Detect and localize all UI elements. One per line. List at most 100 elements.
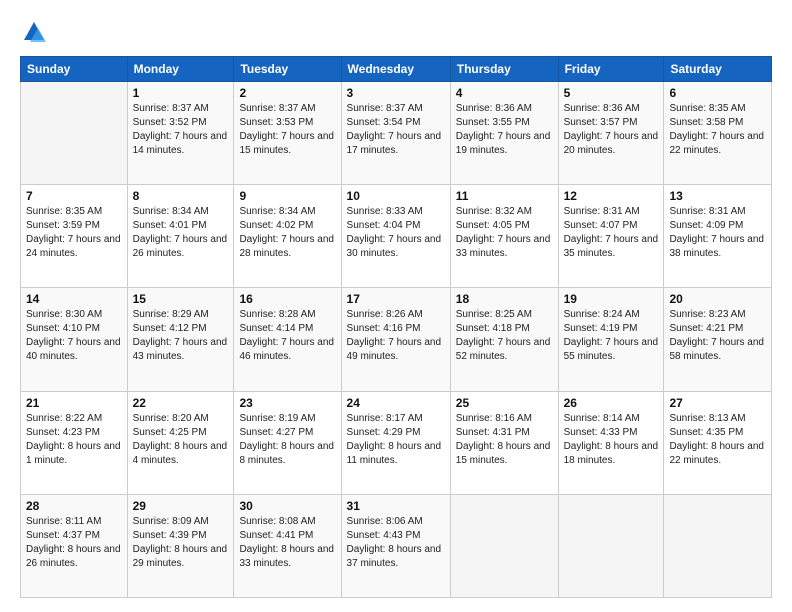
calendar-week-2: 14 Sunrise: 8:30 AM Sunset: 4:10 PM Dayligh…: [21, 288, 772, 391]
calendar-cell: 21Sunrise: 8:22 AMSunset: 4:23 PMDayligh…: [21, 391, 128, 494]
day-number: 17: [347, 292, 445, 306]
daylight: Daylight: 8 hours and 11 minutes.: [347, 441, 442, 466]
header-cell-wednesday: Wednesday: [341, 57, 450, 82]
day-number: 6: [669, 86, 766, 100]
calendar-cell: 30Sunrise: 8:08 AMSunset: 4:41 PMDayligh…: [234, 494, 341, 597]
day-number: 14: [26, 292, 122, 306]
sunset: Sunset: 4:10 PM: [26, 323, 100, 334]
sunrise: Sunrise: 8:11 AM: [26, 516, 101, 527]
day-number: 11: [456, 189, 553, 203]
sunset: Sunset: 4:27 PM: [239, 427, 313, 438]
day-number: 22: [133, 396, 229, 410]
day-number: 1: [133, 86, 229, 100]
sunset: Sunset: 3:58 PM: [669, 117, 743, 128]
sunrise: Sunrise: 8:35 AM: [26, 206, 102, 217]
day-info: Sunrise: 8:24 AMSunset: 4:19 PMDaylight:…: [564, 308, 659, 364]
daylight: Daylight: 7 hours and 14 minutes.: [133, 131, 228, 156]
sunrise: Sunrise: 8:37 AM: [239, 103, 315, 114]
sunrise: Sunrise: 8:17 AM: [347, 413, 423, 424]
daylight: Daylight: 7 hours and 40 minutes.: [26, 337, 121, 362]
sunrise: Sunrise: 8:06 AM: [347, 516, 423, 527]
calendar-cell: 6 Sunrise: 8:35 AMSunset: 3:58 PMDaylight…: [664, 82, 772, 185]
day-info: Sunrise: 8:34 AMSunset: 4:02 PMDaylight:…: [239, 205, 335, 261]
header-cell-saturday: Saturday: [664, 57, 772, 82]
calendar-cell: 29Sunrise: 8:09 AMSunset: 4:39 PMDayligh…: [127, 494, 234, 597]
calendar-cell: 7Sunrise: 8:35 AMSunset: 3:59 PMDaylight…: [21, 185, 128, 288]
sunset: Sunset: 4:31 PM: [456, 427, 530, 438]
sunset: Sunset: 4:37 PM: [26, 530, 100, 541]
sunset: Sunset: 4:23 PM: [26, 427, 100, 438]
sunrise: Sunrise: 8:23 AM: [669, 309, 745, 320]
sunset: Sunset: 4:39 PM: [133, 530, 207, 541]
calendar-cell: 17Sunrise: 8:26 AMSunset: 4:16 PMDayligh…: [341, 288, 450, 391]
day-info: Sunrise: 8:06 AMSunset: 4:43 PMDaylight:…: [347, 515, 445, 571]
calendar-cell: 11Sunrise: 8:32 AMSunset: 4:05 PMDayligh…: [450, 185, 558, 288]
daylight: Daylight: 8 hours and 26 minutes.: [26, 544, 121, 569]
calendar-cell: 4Sunrise: 8:36 AMSunset: 3:55 PMDaylight…: [450, 82, 558, 185]
sunrise: Sunrise: 8:20 AM: [133, 413, 209, 424]
sunrise: Sunrise: 8:34 AM: [133, 206, 209, 217]
sunset: Sunset: 4:19 PM: [564, 323, 638, 334]
daylight: Daylight: 7 hours and 38 minutes.: [669, 234, 764, 259]
sunset: Sunset: 4:04 PM: [347, 220, 421, 231]
calendar-cell: 27 Sunrise: 8:13 AMSunset: 4:35 PMDayligh…: [664, 391, 772, 494]
daylight: Daylight: 7 hours and 43 minutes.: [133, 337, 228, 362]
calendar-body: 1Sunrise: 8:37 AMSunset: 3:52 PMDaylight…: [21, 82, 772, 598]
sunset: Sunset: 4:12 PM: [133, 323, 207, 334]
calendar-cell: 24Sunrise: 8:17 AMSunset: 4:29 PMDayligh…: [341, 391, 450, 494]
sunrise: Sunrise: 8:31 AM: [669, 206, 745, 217]
daylight: Daylight: 7 hours and 24 minutes.: [26, 234, 121, 259]
sunset: Sunset: 4:25 PM: [133, 427, 207, 438]
calendar-cell: [21, 82, 128, 185]
day-number: 10: [347, 189, 445, 203]
day-number: 31: [347, 499, 445, 513]
daylight: Daylight: 7 hours and 33 minutes.: [456, 234, 551, 259]
daylight: Daylight: 7 hours and 52 minutes.: [456, 337, 551, 362]
day-info: Sunrise: 8:11 AM Sunset: 4:37 PM Daylight:…: [26, 515, 122, 571]
sunset: Sunset: 4:01 PM: [133, 220, 207, 231]
calendar-cell: 19 Sunrise: 8:24 AMSunset: 4:19 PMDayligh…: [558, 288, 664, 391]
day-number: 9: [239, 189, 335, 203]
day-number: 19: [564, 292, 659, 306]
day-info: Sunrise: 8:36 AMSunset: 3:55 PMDaylight:…: [456, 102, 553, 158]
calendar-week-4: 28 Sunrise: 8:11 AM Sunset: 4:37 PM Dayligh…: [21, 494, 772, 597]
sunset: Sunset: 4:09 PM: [669, 220, 743, 231]
calendar-week-3: 21Sunrise: 8:22 AMSunset: 4:23 PMDayligh…: [21, 391, 772, 494]
day-number: 13: [669, 189, 766, 203]
calendar-cell: 9 Sunrise: 8:34 AMSunset: 4:02 PMDaylight…: [234, 185, 341, 288]
daylight: Daylight: 7 hours and 19 minutes.: [456, 131, 551, 156]
day-info: Sunrise: 8:31 AM Sunset: 4:09 PM Daylight:…: [669, 205, 766, 261]
calendar-cell: 1Sunrise: 8:37 AMSunset: 3:52 PMDaylight…: [127, 82, 234, 185]
calendar-cell: 31 Sunrise: 8:06 AMSunset: 4:43 PMDayligh…: [341, 494, 450, 597]
sunrise: Sunrise: 8:33 AM: [347, 206, 423, 217]
day-info: Sunrise: 8:31 AMSunset: 4:07 PMDaylight:…: [564, 205, 659, 261]
sunrise: Sunrise: 8:30 AM: [26, 309, 102, 320]
day-number: 25: [456, 396, 553, 410]
daylight: Daylight: 8 hours and 22 minutes.: [669, 441, 764, 466]
day-info: Sunrise: 8:23 AMSunset: 4:21 PMDaylight:…: [669, 308, 766, 364]
daylight: Daylight: 8 hours and 18 minutes.: [564, 441, 659, 466]
day-number: 27: [669, 396, 766, 410]
day-number: 28: [26, 499, 122, 513]
day-info: Sunrise: 8:33 AMSunset: 4:04 PMDaylight:…: [347, 205, 445, 261]
sunrise: Sunrise: 8:14 AM: [564, 413, 640, 424]
calendar-cell: 15Sunrise: 8:29 AMSunset: 4:12 PMDayligh…: [127, 288, 234, 391]
sunrise: Sunrise: 8:19 AM: [239, 413, 315, 424]
daylight: Daylight: 8 hours and 33 minutes.: [239, 544, 334, 569]
daylight: Daylight: 7 hours and 55 minutes.: [564, 337, 659, 362]
day-info: Sunrise: 8:35 AMSunset: 3:58 PMDaylight:…: [669, 102, 766, 158]
sunset: Sunset: 4:33 PM: [564, 427, 638, 438]
day-info: Sunrise: 8:13 AMSunset: 4:35 PMDaylight:…: [669, 412, 766, 468]
day-info: Sunrise: 8:14 AM Sunset: 4:33 PM Daylight:…: [564, 412, 659, 468]
calendar-week-0: 1Sunrise: 8:37 AMSunset: 3:52 PMDaylight…: [21, 82, 772, 185]
calendar-cell: 14 Sunrise: 8:30 AM Sunset: 4:10 PM Dayligh…: [21, 288, 128, 391]
day-info: Sunrise: 8:29 AM Sunset: 4:12 PM Daylight:…: [133, 308, 229, 364]
sunset: Sunset: 4:35 PM: [669, 427, 743, 438]
calendar-cell: 12Sunrise: 8:31 AMSunset: 4:07 PMDayligh…: [558, 185, 664, 288]
sunrise: Sunrise: 8:29 AM: [133, 309, 209, 320]
daylight: Daylight: 8 hours and 37 minutes.: [347, 544, 442, 569]
sunset: Sunset: 4:05 PM: [456, 220, 530, 231]
calendar-cell: [558, 494, 664, 597]
day-number: 8: [133, 189, 229, 203]
day-info: Sunrise: 8:37 AMSunset: 3:53 PMDaylight:…: [239, 102, 335, 158]
